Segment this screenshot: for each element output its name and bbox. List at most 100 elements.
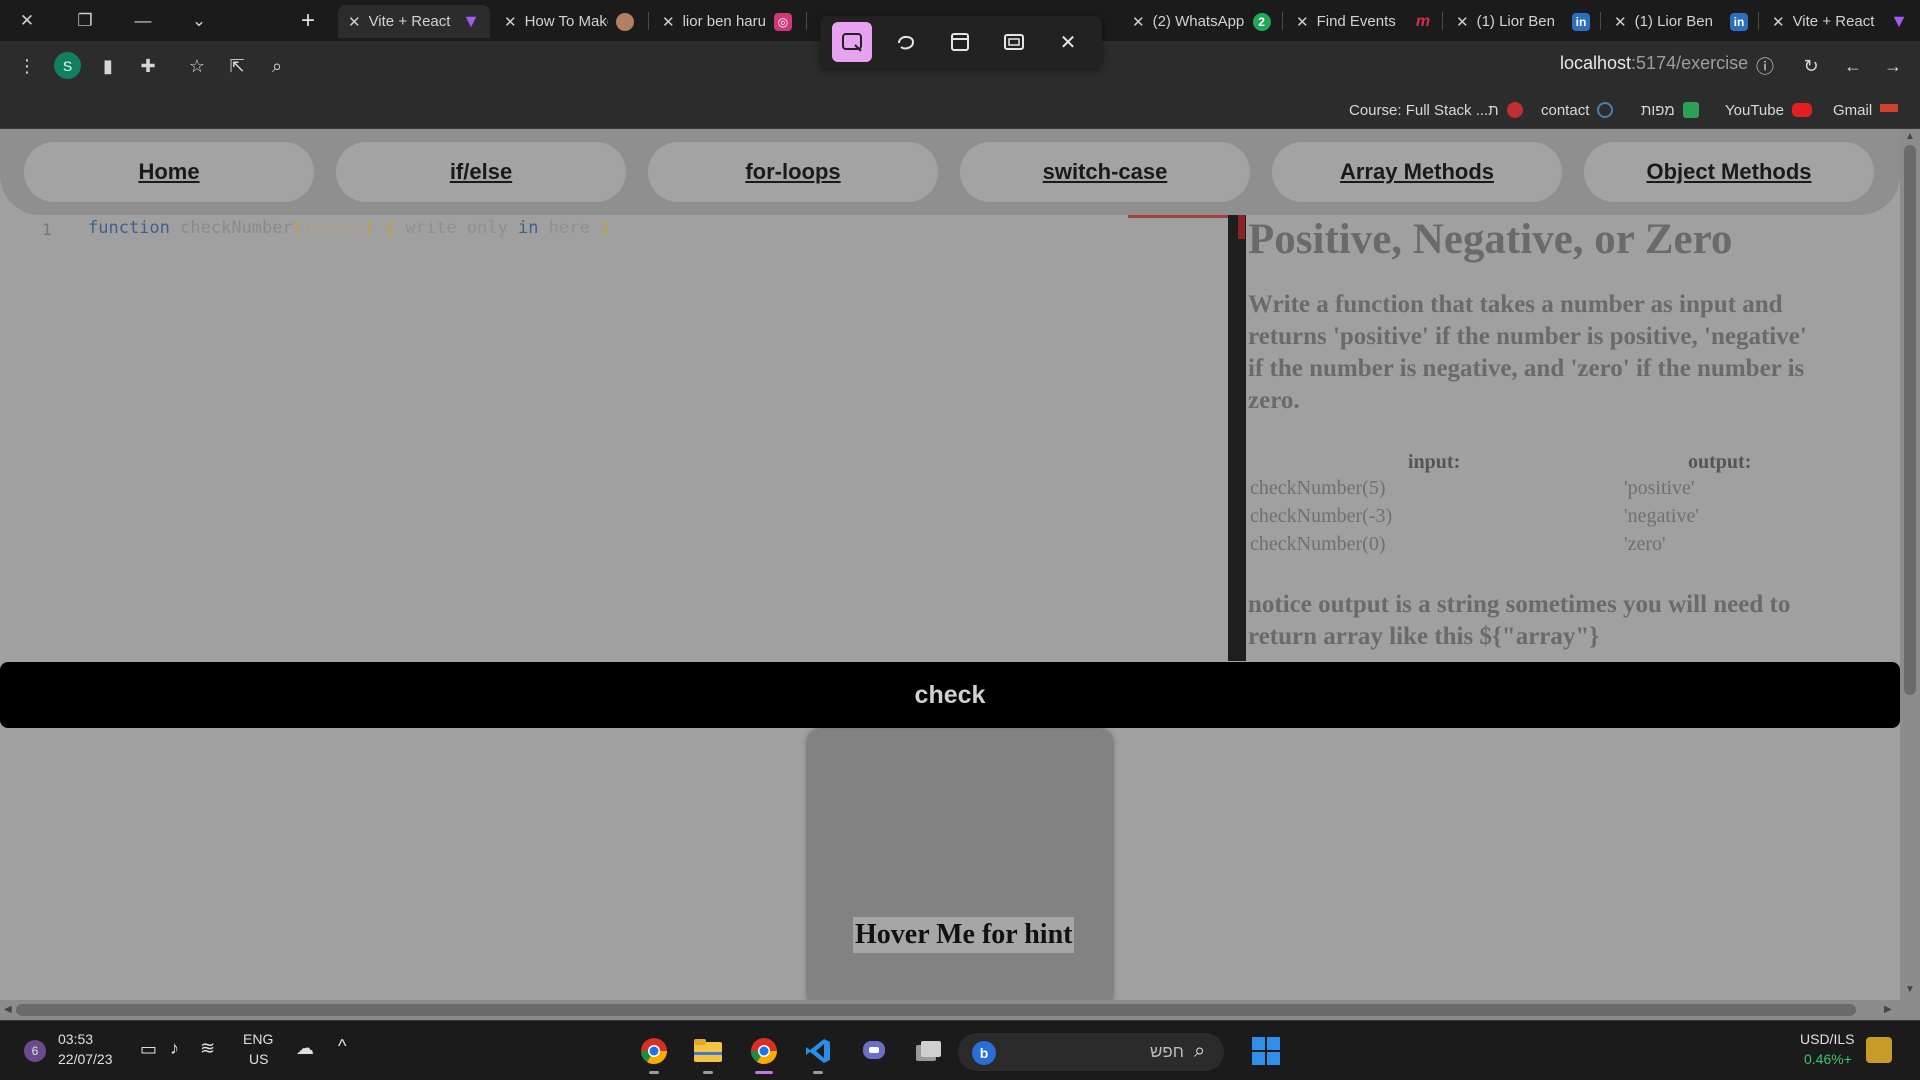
bookmark-maps[interactable]: מפות (1641, 100, 1699, 120)
tab-instagram[interactable]: ✕ lior ben harush ◎ (652, 5, 802, 38)
rectangle-snip-icon[interactable] (832, 22, 872, 62)
volume-icon[interactable]: ♪ (170, 1038, 179, 1059)
minimize-window-icon[interactable]: — (118, 0, 168, 41)
course-favicon-icon (1506, 102, 1523, 118)
tab-vite-react-2[interactable]: ✕ Vite + React ▼ (1762, 5, 1918, 38)
clock-time[interactable]: 03:53 (58, 1031, 93, 1047)
maps-icon (1682, 102, 1699, 118)
nav-switch-case[interactable]: switch-case (960, 142, 1250, 202)
profile-avatar[interactable]: S (54, 52, 81, 79)
nav-if-else[interactable]: if/else (336, 142, 626, 202)
ticker-change[interactable]: 0.46%+ (1804, 1051, 1852, 1067)
close-snip-icon[interactable]: ✕ (1048, 22, 1088, 62)
wifi-icon[interactable]: ≋ (200, 1038, 215, 1059)
restore-window-icon[interactable]: ❐ (60, 0, 110, 41)
example-output: 'positive' (1624, 477, 1695, 499)
tab-close-icon[interactable]: ✕ (1772, 13, 1785, 31)
chrome-app-icon[interactable] (636, 1033, 672, 1074)
horizontal-scrollbar[interactable]: ◀ ▶ (0, 1000, 1920, 1020)
code-line[interactable]: function checkNumber(number) { write onl… (88, 218, 610, 238)
site-info-icon[interactable]: ⓘ (1750, 51, 1780, 81)
window-snip-icon[interactable] (940, 22, 980, 62)
tab-how-to-make[interactable]: ✕ How To Make (494, 5, 644, 38)
meetup-icon: m (1415, 12, 1431, 30)
windows-taskbar: 6 03:53 22/07/23 ▭ ♪ ≋ ENG US ☁ ^ b חפש … (0, 1020, 1920, 1080)
bookmark-contact[interactable]: contact (1541, 100, 1614, 120)
tab-close-icon[interactable]: ✕ (1132, 13, 1145, 31)
instagram-icon: ◎ (774, 12, 792, 31)
coins-icon[interactable] (1866, 1037, 1892, 1063)
notification-badge[interactable]: 6 (24, 1040, 46, 1062)
language-bottom[interactable]: US (249, 1051, 268, 1067)
panel-divider[interactable] (1228, 215, 1246, 661)
battery-icon[interactable]: ▭ (140, 1039, 157, 1060)
tab-close-icon[interactable]: ✕ (1456, 13, 1469, 31)
nav-object-methods[interactable]: Object Methods (1584, 142, 1874, 202)
tab-search-chevron-icon[interactable]: ⌄ (174, 0, 224, 41)
zoom-icon[interactable]: ⌕ (262, 51, 292, 81)
line-number: 1 (42, 220, 52, 239)
teams-chat-icon[interactable] (856, 1033, 892, 1069)
file-explorer-icon[interactable] (690, 1033, 726, 1074)
extensions-puzzle-icon[interactable]: ✚ (133, 51, 163, 81)
tab-close-icon[interactable]: ✕ (348, 13, 361, 31)
example-input: checkNumber(5) (1250, 477, 1386, 499)
tab-vite-react[interactable]: ✕ Vite + React ▼ (338, 5, 490, 38)
close-window-icon[interactable]: ✕ (2, 0, 52, 41)
nav-array-methods[interactable]: Array Methods (1272, 142, 1562, 202)
example-output: 'negative' (1624, 505, 1699, 527)
reload-icon[interactable]: ↻ (1796, 51, 1826, 81)
tab-find-events[interactable]: ✕ Find Events m (1286, 5, 1442, 38)
vite-icon: ▼ (462, 11, 480, 31)
hint-card[interactable]: Hover Me for hint (808, 729, 1112, 1000)
bing-icon: b (972, 1041, 996, 1065)
tab-close-icon[interactable]: ✕ (662, 13, 675, 31)
bookmark-youtube[interactable]: YouTube (1725, 100, 1812, 120)
output-header: output: (1688, 451, 1752, 473)
chrome-app-active-icon[interactable] (746, 1033, 782, 1074)
cloud-icon[interactable]: ☁ (296, 1038, 314, 1059)
windows-start-icon[interactable] (1248, 1033, 1284, 1069)
tab-whatsapp[interactable]: ✕ (2) WhatsApp 2 (1122, 5, 1282, 38)
exercise-description: Positive, Negative, or Zero Write a func… (1248, 215, 1828, 661)
nav-for-loops[interactable]: for-loops (648, 142, 938, 202)
vscode-icon[interactable] (800, 1033, 836, 1074)
clock-date[interactable]: 22/07/23 (58, 1051, 113, 1067)
example-output: 'zero' (1624, 533, 1666, 555)
fullscreen-snip-icon[interactable] (994, 22, 1034, 62)
bookmark-star-icon[interactable]: ☆ (182, 51, 212, 81)
search-icon: ⌕ (1194, 1040, 1206, 1062)
forward-arrow-icon[interactable]: → (1878, 51, 1908, 81)
code-editor[interactable]: 1 function checkNumber(number) { write o… (0, 215, 1228, 661)
share-icon[interactable]: ⇱ (222, 51, 252, 81)
address-bar[interactable]: localhost:5174/exercise (1560, 53, 1748, 74)
task-view-icon[interactable] (910, 1033, 946, 1069)
tab-close-icon[interactable]: ✕ (1296, 13, 1309, 31)
example-input: checkNumber(-3) (1250, 505, 1393, 527)
exercise-nav: Home if/else for-loops switch-case Array… (0, 129, 1900, 215)
menu-dots-icon[interactable]: ⋮ (12, 51, 42, 81)
taskbar-search[interactable]: b חפש ⌕ (958, 1033, 1224, 1071)
tab-close-icon[interactable]: ✕ (504, 13, 517, 31)
vertical-scrollbar[interactable]: ▲ ▼ (1900, 129, 1920, 1000)
chevron-up-icon[interactable]: ^ (338, 1036, 346, 1057)
nav-home[interactable]: Home (24, 142, 314, 202)
check-button[interactable]: check (0, 662, 1900, 728)
freeform-snip-icon[interactable] (886, 22, 926, 62)
bookmark-gmail[interactable]: Gmail (1833, 100, 1899, 120)
snipping-toolbar: ✕ (820, 16, 1102, 68)
example-input: checkNumber(0) (1250, 533, 1386, 555)
page-content: Home if/else for-loops switch-case Array… (0, 129, 1900, 1000)
sidebar-icon[interactable]: ▮ (93, 51, 123, 81)
tab-close-icon[interactable]: ✕ (1614, 13, 1627, 31)
new-tab-plus-icon[interactable]: + (290, 0, 326, 41)
language-top[interactable]: ENG (243, 1031, 273, 1047)
tab-linkedin-2[interactable]: ✕ (1) Lior Ben in (1604, 5, 1758, 38)
exercise-note: notice output is a string sometimes you … (1248, 591, 1791, 650)
whatsapp-icon: 2 (1252, 12, 1271, 31)
exercise-text: Write a function that takes a number as … (1248, 291, 1807, 414)
tab-linkedin-1[interactable]: ✕ (1) Lior Ben in (1446, 5, 1600, 38)
bookmark-course[interactable]: Course: Full Stack ...ת (1349, 100, 1523, 120)
ticker-name[interactable]: USD/ILS (1800, 1031, 1854, 1047)
back-arrow-icon[interactable]: ← (1838, 51, 1868, 81)
